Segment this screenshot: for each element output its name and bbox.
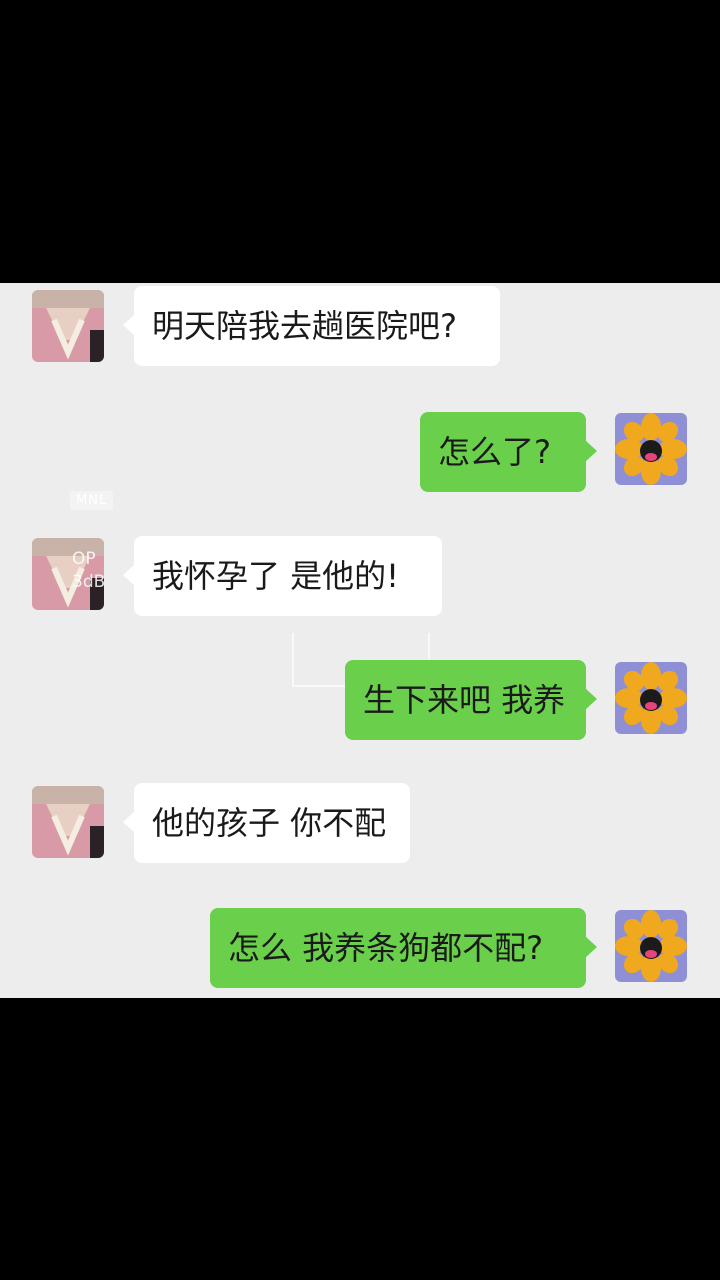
my-avatar[interactable] bbox=[615, 910, 687, 982]
message-bubble-outgoing[interactable]: 怎么 我养条狗都不配? bbox=[210, 908, 597, 988]
message-bubble-incoming[interactable]: 他的孩子 你不配 bbox=[123, 783, 410, 863]
overlay-tag: MNL bbox=[70, 491, 114, 510]
contact-avatar-image bbox=[32, 786, 104, 858]
overlay-text: OP bbox=[72, 549, 96, 569]
contact-avatar[interactable] bbox=[32, 290, 104, 362]
message-bubble-outgoing[interactable]: 怎么了? bbox=[420, 412, 597, 492]
message-text: 生下来吧 我养 bbox=[363, 681, 566, 719]
chat-panel: 明天陪我去趟医院吧? 怎么了? MNL OP 3dB 我怀孕了 是他的! 生下来… bbox=[0, 283, 720, 998]
message-text: 我怀孕了 是他的! bbox=[152, 557, 400, 595]
flower-avatar-image bbox=[615, 910, 687, 982]
message-text: 明天陪我去趟医院吧? bbox=[152, 307, 457, 345]
message-bubble-incoming[interactable]: 我怀孕了 是他的! bbox=[123, 536, 442, 616]
my-avatar[interactable] bbox=[615, 413, 687, 485]
message-text: 怎么了? bbox=[438, 433, 551, 471]
flower-avatar-image bbox=[615, 662, 687, 734]
message-text: 他的孩子 你不配 bbox=[152, 804, 387, 842]
flower-avatar-image bbox=[615, 413, 687, 485]
message-text: 怎么 我养条狗都不配? bbox=[228, 929, 544, 967]
overlay-text: 3dB bbox=[72, 572, 106, 592]
contact-avatar-image bbox=[32, 290, 104, 362]
contact-avatar[interactable] bbox=[32, 786, 104, 858]
message-bubble-outgoing[interactable]: 生下来吧 我养 bbox=[345, 660, 597, 740]
message-bubble-incoming[interactable]: 明天陪我去趟医院吧? bbox=[123, 286, 500, 366]
my-avatar[interactable] bbox=[615, 662, 687, 734]
